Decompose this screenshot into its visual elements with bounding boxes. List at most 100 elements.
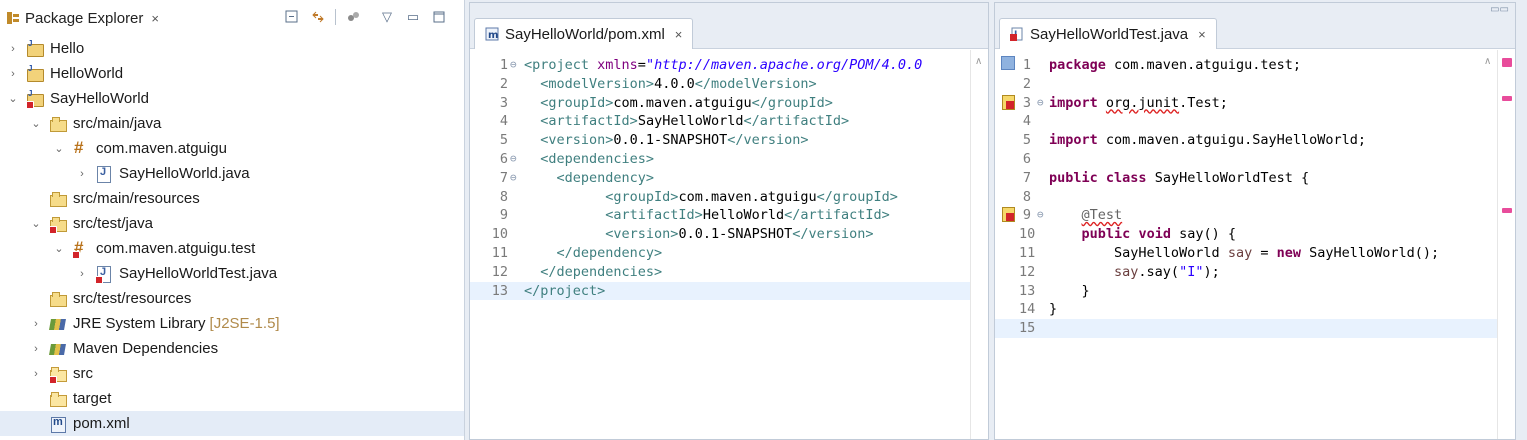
filter-icon[interactable] — [344, 8, 362, 26]
tree-item[interactable]: › Hello — [0, 36, 464, 61]
tree-item[interactable]: › SayHelloWorldTest.java — [0, 261, 464, 286]
code-line[interactable]: 7 ⊖ <dependency> — [470, 169, 988, 188]
fold-toggle-icon[interactable]: ⊖ — [1037, 94, 1044, 113]
close-icon[interactable]: × — [151, 11, 159, 26]
eclipse-workbench: Package Explorer × ▽ ▭ › Hello › HelloWorld… — [0, 0, 1527, 440]
fold-toggle-icon[interactable]: ⊖ — [510, 169, 517, 188]
code-line[interactable]: 8 — [995, 188, 1515, 207]
java-editor-tabbar: J SayHelloWorldTest.java × ▭▭ — [995, 3, 1515, 49]
tree-item[interactable]: › Maven Dependencies — [0, 336, 464, 361]
collapsed-chevron-icon[interactable]: › — [29, 368, 43, 380]
scroll-up-icon[interactable]: ∧ — [975, 56, 982, 67]
error-overview-marker[interactable] — [1502, 208, 1512, 213]
code-line[interactable]: 14} — [995, 300, 1515, 319]
code-line[interactable]: 12 </dependencies> — [470, 263, 988, 282]
collapsed-chevron-icon[interactable]: › — [75, 168, 89, 180]
code-line[interactable]: 9 ⊖ @Test — [995, 206, 1515, 225]
collapsed-chevron-icon[interactable]: › — [6, 68, 20, 80]
error-badge-icon — [49, 375, 57, 384]
error-overview-marker[interactable] — [1502, 58, 1512, 67]
code-line[interactable]: 5 import com.maven.atguigu.SayHelloWorld; — [995, 131, 1515, 150]
tree-item[interactable]: pom.xml — [0, 411, 464, 436]
code-line[interactable]: 12 say.say("I"); — [995, 263, 1515, 282]
code-line[interactable]: 11 SayHelloWorld say = new SayHelloWorld… — [995, 244, 1515, 263]
minimize-icon[interactable]: ▭ — [404, 8, 422, 26]
view-menu-icon[interactable]: ▽ — [378, 8, 396, 26]
code-line[interactable]: 3 <groupId>com.maven.atguigu</groupId> — [470, 94, 988, 113]
tree-item[interactable]: › src — [0, 361, 464, 386]
expanded-chevron-icon[interactable]: ⌄ — [6, 92, 20, 105]
package-explorer-icon — [6, 11, 20, 25]
expanded-chevron-icon[interactable]: ⌄ — [29, 117, 43, 130]
scroll-up-icon[interactable]: ∧ — [1484, 56, 1491, 67]
link-with-editor-icon[interactable] — [309, 8, 327, 26]
code-text: public void say() { — [1081, 226, 1236, 243]
code-line[interactable]: 15 — [995, 319, 1515, 338]
code-line[interactable]: 13 } — [995, 282, 1515, 301]
code-line[interactable]: 2 <modelVersion>4.0.0</modelVersion> — [470, 75, 988, 94]
vertical-scrollbar[interactable]: ∧ — [1484, 50, 1515, 439]
code-line[interactable]: 4 — [995, 112, 1515, 131]
expanded-chevron-icon[interactable]: ⌄ — [52, 242, 66, 255]
package-explorer-title[interactable]: Package Explorer — [25, 10, 143, 27]
editor-minmax-icon[interactable]: ▭▭ — [1490, 4, 1509, 15]
code-line[interactable]: 13 </project> — [470, 281, 988, 301]
fold-toggle-icon[interactable]: ⊖ — [510, 150, 517, 169]
code-line[interactable]: 1 package com.maven.atguigu.test; — [995, 56, 1515, 75]
java-file-icon — [95, 165, 113, 183]
code-line[interactable]: 4 <artifactId>SayHelloWorld</artifactId> — [470, 112, 988, 131]
collapsed-chevron-icon[interactable]: › — [75, 268, 89, 280]
error-overview-marker[interactable] — [1502, 96, 1512, 101]
tree-item[interactable]: ⌄ src/main/java — [0, 111, 464, 136]
code-line[interactable]: 2 — [995, 75, 1515, 94]
code-line[interactable]: 8 <groupId>com.maven.atguigu</groupId> — [470, 188, 988, 207]
code-line[interactable]: 6 — [995, 150, 1515, 169]
expanded-chevron-icon[interactable]: ⌄ — [52, 142, 66, 155]
package-explorer-view: Package Explorer × ▽ ▭ › Hello › HelloWorld… — [0, 0, 465, 440]
maximize-icon[interactable] — [430, 8, 448, 26]
pom-editor-tabbar: m SayHelloWorld/pom.xml × — [470, 3, 988, 49]
code-line[interactable]: 9 <artifactId>HelloWorld</artifactId> — [470, 206, 988, 225]
tab-pom-xml[interactable]: m SayHelloWorld/pom.xml × — [474, 18, 694, 49]
tree-item[interactable]: ⌄ com.maven.atguigu — [0, 136, 464, 161]
expanded-chevron-icon[interactable]: ⌄ — [29, 217, 43, 230]
collapsed-chevron-icon[interactable]: › — [6, 43, 20, 55]
pom-code-area[interactable]: 1 ⊖ <project xmlns="http://maven.apache.or… — [470, 50, 988, 439]
code-line[interactable]: 10 public void say() { — [995, 225, 1515, 244]
java-code-area[interactable]: 1 package com.maven.atguigu.test; 2 3 ⊖ impor… — [995, 50, 1515, 439]
tree-item[interactable]: › HelloWorld — [0, 61, 464, 86]
tree-item[interactable]: ⌄ com.maven.atguigu.test — [0, 236, 464, 261]
project-icon — [26, 64, 44, 83]
tree-item[interactable]: › SayHelloWorld.java — [0, 161, 464, 186]
tab-sayhelloworldtest-java[interactable]: J SayHelloWorldTest.java × — [999, 18, 1217, 49]
collapsed-chevron-icon[interactable]: › — [29, 318, 43, 330]
code-line[interactable]: 1 ⊖ <project xmlns="http://maven.apache.or… — [470, 56, 988, 75]
fold-toggle-icon[interactable]: ⊖ — [1037, 206, 1044, 225]
tree-item[interactable]: ⌄ SayHelloWorld — [0, 86, 464, 111]
code-line[interactable]: 10 <version>0.0.1-SNAPSHOT</version> — [470, 225, 988, 244]
code-line[interactable]: 6 ⊖ <dependencies> — [470, 150, 988, 169]
vertical-scrollbar[interactable]: ∧ — [970, 50, 988, 439]
line-number: 4 — [1022, 113, 1031, 130]
java-error-file-icon: J — [1010, 27, 1024, 41]
close-icon[interactable]: × — [675, 27, 683, 42]
fold-toggle-icon[interactable]: ⊖ — [510, 56, 517, 75]
code-text: <project xmlns="http://maven.apache.org/… — [524, 57, 923, 73]
close-icon[interactable]: × — [1198, 27, 1206, 42]
tree-item[interactable]: › JRE System Library [J2SE-1.5] — [0, 311, 464, 336]
collapsed-chevron-icon[interactable]: › — [29, 343, 43, 355]
code-text: <dependency> — [556, 169, 655, 186]
code-line[interactable]: 11 </dependency> — [470, 244, 988, 263]
line-number: 9 — [1022, 207, 1031, 224]
folder-icon — [49, 365, 67, 384]
source-folder-icon — [49, 190, 67, 208]
collapse-all-icon[interactable] — [283, 8, 301, 26]
code-line[interactable]: 5 <version>0.0.1-SNAPSHOT</version> — [470, 131, 988, 150]
tree-item[interactable]: src/test/resources — [0, 286, 464, 311]
code-line[interactable]: 7 public class SayHelloWorldTest { — [995, 169, 1515, 188]
tree-item[interactable]: ⌄ src/test/java — [0, 211, 464, 236]
code-text: <groupId>com.maven.atguigu</groupId> — [540, 94, 833, 111]
tree-item[interactable]: src/main/resources — [0, 186, 464, 211]
tree-item[interactable]: target — [0, 386, 464, 411]
code-line[interactable]: 3 ⊖ import org.junit.Test; — [995, 94, 1515, 113]
